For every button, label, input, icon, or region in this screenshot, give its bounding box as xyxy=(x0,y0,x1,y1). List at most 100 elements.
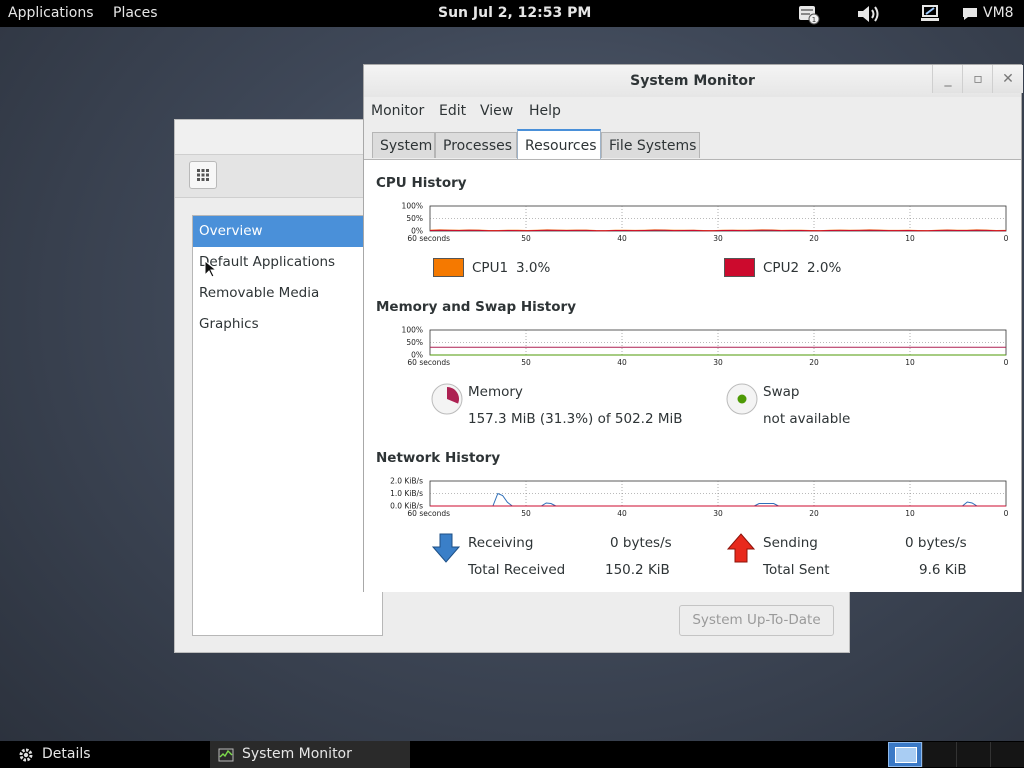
minimize-button[interactable]: _ xyxy=(932,65,963,93)
mem-x-tick: 50 xyxy=(521,358,531,367)
memory-label: Memory xyxy=(468,384,523,400)
net-x-tick: 30 xyxy=(713,509,723,518)
sidebar-item-removable-media[interactable]: Removable Media xyxy=(193,278,382,309)
taskbar-details-label: Details xyxy=(42,746,91,762)
total-received-label: Total Received xyxy=(468,562,566,578)
total-received-value: 150.2 KiB xyxy=(605,562,670,578)
cpu1-value: 3.0% xyxy=(516,260,551,276)
network-history-title: Network History xyxy=(376,450,501,466)
mouse-cursor-icon xyxy=(204,260,216,278)
mem-y-tick: 100% xyxy=(402,326,423,335)
mem-x-tick: 60 seconds xyxy=(407,358,450,367)
memory-pie-icon[interactable] xyxy=(430,382,464,416)
resources-panel: CPU History 100% 50% 0% 60 seconds 50 40 30 20 1… xyxy=(364,159,1021,592)
tab-system[interactable]: System xyxy=(372,132,435,158)
sending-arrow-icon[interactable] xyxy=(725,532,757,564)
details-sidebar: Overview Default Applications Removable … xyxy=(192,215,383,636)
memory-value: 157.3 MiB (31.3%) of 502.2 MiB xyxy=(468,411,683,427)
clock[interactable]: Sun Jul 2, 12:53 PM xyxy=(438,5,591,21)
net-x-tick: 10 xyxy=(905,509,915,518)
sidebar-item-graphics[interactable]: Graphics xyxy=(193,309,382,340)
memory-history-graph: 100%50%0%60 seconds 50 40 30 20 10 0 xyxy=(402,326,1009,368)
cpu-x-tick: 10 xyxy=(905,234,915,243)
swap-pie-icon[interactable] xyxy=(725,382,759,416)
all-settings-button[interactable] xyxy=(189,161,217,189)
sidebar-item-overview[interactable]: Overview xyxy=(193,216,382,247)
receiving-value: 0 bytes/s xyxy=(610,535,672,551)
mem-x-tick: 20 xyxy=(809,358,819,367)
cpu2-value: 2.0% xyxy=(807,260,842,276)
total-sent-label: Total Sent xyxy=(763,562,830,578)
cpu-x-tick: 0 xyxy=(1004,234,1009,243)
tab-resources[interactable]: Resources xyxy=(517,129,601,160)
total-sent-value: 9.6 KiB xyxy=(919,562,967,578)
tab-processes[interactable]: Processes xyxy=(435,132,517,158)
volume-icon[interactable] xyxy=(856,3,882,29)
swap-value: not available xyxy=(763,411,851,427)
bottom-panel: Details System Monitor xyxy=(0,741,1024,768)
cpu2-color-swatch[interactable] xyxy=(724,258,755,277)
notification-icon[interactable]: 1 xyxy=(797,3,821,29)
maximize-icon: ▫ xyxy=(973,71,983,87)
cpu-x-tick: 20 xyxy=(809,234,819,243)
sending-label: Sending xyxy=(763,535,818,551)
cpu-x-tick: 50 xyxy=(521,234,531,243)
cpu-history-graph: 100%50%0%60 seconds 50 40 30 20 10 0 xyxy=(402,202,1009,244)
taskbar-system-monitor-label: System Monitor xyxy=(242,746,352,762)
cpu-x-tick: 40 xyxy=(617,234,627,243)
workspace-3[interactable] xyxy=(956,742,990,767)
places-menu[interactable]: Places xyxy=(113,5,158,21)
net-x-tick: 60 seconds xyxy=(407,509,450,518)
menu-monitor[interactable]: Monitor xyxy=(371,103,424,119)
net-y-tick: 1.0 KiB/s xyxy=(390,489,423,498)
close-button[interactable]: ✕ xyxy=(992,65,1023,93)
user-menu[interactable]: VM8 xyxy=(983,5,1014,21)
mem-y-tick: 50% xyxy=(406,338,423,347)
memory-history-title: Memory and Swap History xyxy=(376,299,576,315)
svg-text:1: 1 xyxy=(812,16,816,24)
cpu-x-tick: 60 seconds xyxy=(407,234,450,243)
top-panel: Applications Places Sun Jul 2, 12:53 PM … xyxy=(0,0,1024,27)
maximize-button[interactable]: ▫ xyxy=(962,65,993,93)
mem-x-tick: 40 xyxy=(617,358,627,367)
cpu-y-tick: 100% xyxy=(402,202,423,211)
system-monitor-window: System Monitor _ ▫ ✕ Monitor Edit View H… xyxy=(363,64,1023,592)
cpu-x-tick: 30 xyxy=(713,234,723,243)
system-monitor-icon xyxy=(218,748,234,762)
receiving-arrow-icon[interactable] xyxy=(430,532,462,564)
net-x-tick: 20 xyxy=(809,509,819,518)
menubar: Monitor Edit View Help xyxy=(364,97,1021,125)
cpu2-label: CPU2 xyxy=(763,260,800,276)
workspace-2[interactable] xyxy=(922,742,956,767)
net-x-tick: 40 xyxy=(617,509,627,518)
grid-icon xyxy=(197,169,209,181)
network-icon[interactable] xyxy=(918,3,942,29)
mem-x-tick: 10 xyxy=(905,358,915,367)
swap-label: Swap xyxy=(763,384,800,400)
sending-value: 0 bytes/s xyxy=(905,535,967,551)
cpu-y-tick: 50% xyxy=(406,214,423,223)
workspace-4[interactable] xyxy=(990,742,1024,767)
cpu1-color-swatch[interactable] xyxy=(433,258,464,277)
system-up-to-date-button[interactable]: System Up-To-Date xyxy=(679,605,834,636)
sidebar-item-default-applications[interactable]: Default Applications xyxy=(193,247,382,278)
taskbar-system-monitor[interactable]: System Monitor xyxy=(210,741,410,768)
minimize-icon: _ xyxy=(944,71,952,87)
menu-help[interactable]: Help xyxy=(529,103,561,119)
cpu2-line xyxy=(429,229,1007,232)
window-title[interactable]: System Monitor xyxy=(364,65,1021,97)
cpu-history-title: CPU History xyxy=(376,175,467,191)
chat-icon[interactable] xyxy=(962,6,978,26)
close-icon: ✕ xyxy=(1002,71,1014,87)
tab-file-systems[interactable]: File Systems xyxy=(601,132,700,158)
mem-x-tick: 30 xyxy=(713,358,723,367)
workspace-1[interactable] xyxy=(888,742,922,767)
taskbar-details[interactable]: Details xyxy=(0,741,200,768)
net-x-tick: 0 xyxy=(1004,509,1009,518)
applications-menu[interactable]: Applications xyxy=(8,5,94,21)
menu-edit[interactable]: Edit xyxy=(439,103,466,119)
net-x-tick: 50 xyxy=(521,509,531,518)
cpu1-label: CPU1 xyxy=(472,260,509,276)
gear-icon xyxy=(19,748,33,762)
menu-view[interactable]: View xyxy=(480,103,513,119)
